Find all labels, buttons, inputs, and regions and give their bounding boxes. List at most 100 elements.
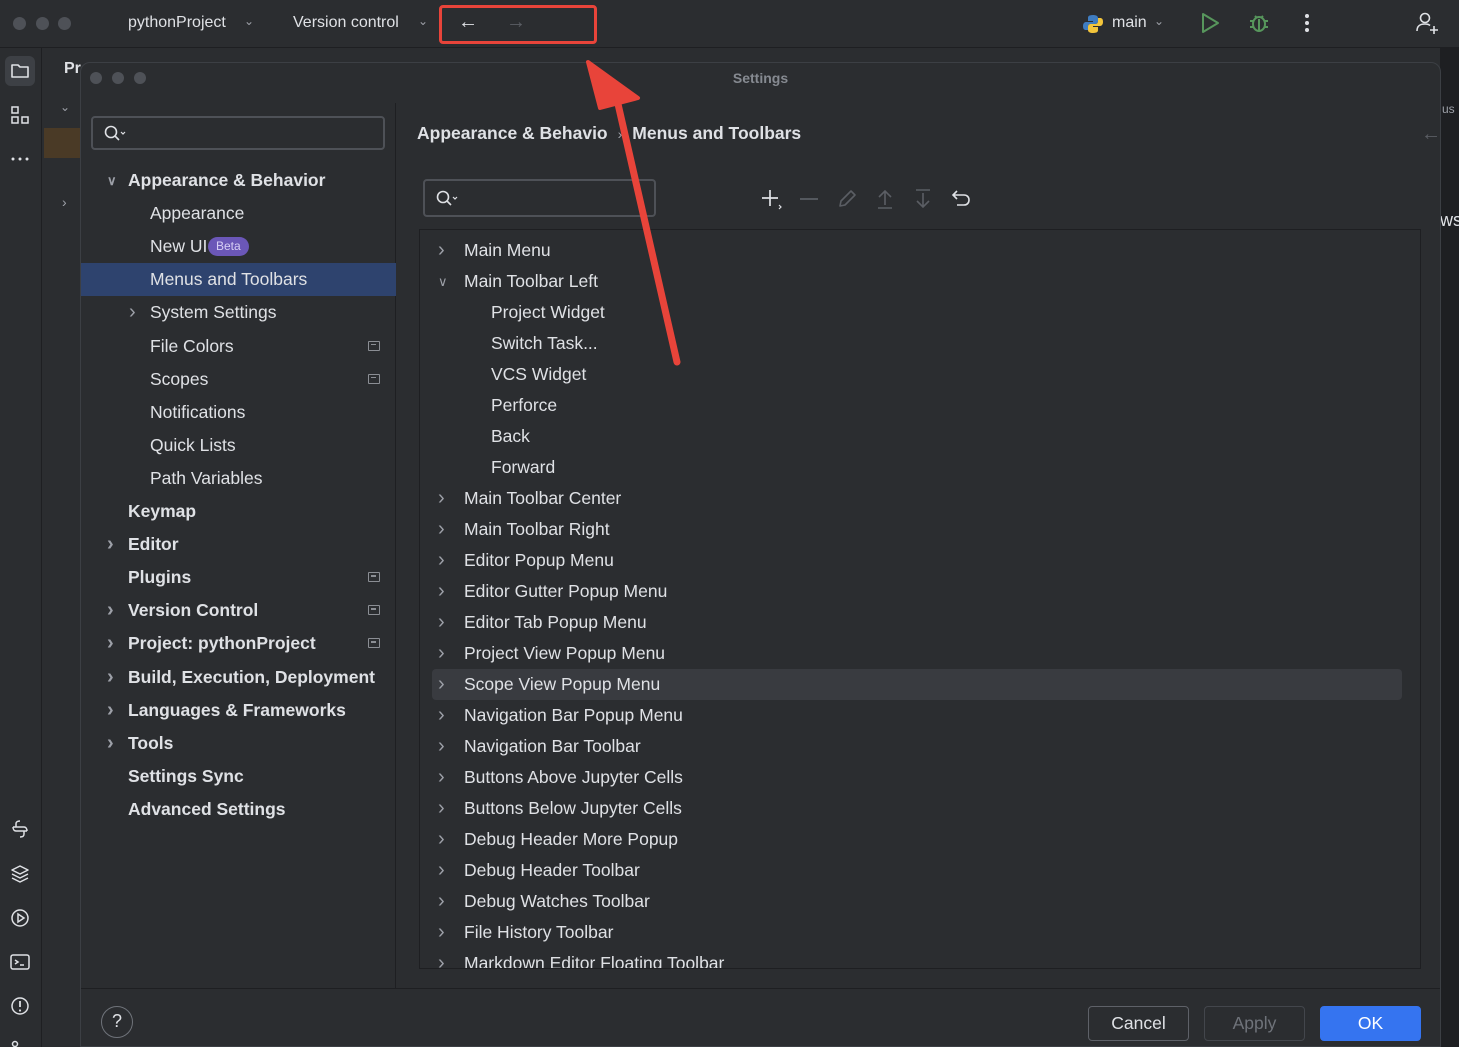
chevron-right-icon[interactable]: › <box>438 917 445 948</box>
debug-icon[interactable] <box>1246 10 1272 36</box>
chevron-right-icon[interactable]: › <box>107 694 114 727</box>
terminal-icon[interactable] <box>9 951 31 973</box>
add-user-icon[interactable] <box>1414 10 1440 36</box>
chevron-right-icon[interactable]: › <box>438 483 445 514</box>
sidebar-item[interactable]: › Build, Execution, Deployment <box>81 661 396 694</box>
window-zoom-button[interactable] <box>58 17 71 30</box>
problems-icon[interactable] <box>9 995 31 1017</box>
run-config-selector[interactable]: main <box>1112 14 1147 32</box>
more-actions-icon[interactable] <box>1297 10 1317 36</box>
chevron-right-icon[interactable]: › <box>438 514 445 545</box>
action-tree-row[interactable]: › Debug Watches Toolbar <box>420 886 1420 917</box>
chevron-right-icon[interactable]: › <box>107 727 114 760</box>
chevron-down-icon[interactable]: ∨ <box>438 266 448 297</box>
action-tree-row[interactable]: › Main Toolbar Right <box>420 514 1420 545</box>
sidebar-item[interactable]: Keymap <box>81 495 396 528</box>
sidebar-item[interactable]: Appearance <box>81 197 396 230</box>
chevron-right-icon[interactable]: › <box>438 731 445 762</box>
restore-defaults-icon[interactable] <box>949 187 973 211</box>
action-tree-row[interactable]: › Navigation Bar Toolbar <box>420 731 1420 762</box>
remove-icon[interactable] <box>797 187 821 211</box>
sidebar-item[interactable]: Notifications <box>81 396 396 429</box>
chevron-right-icon[interactable]: › <box>438 948 445 968</box>
chevron-right-icon[interactable]: › <box>438 669 445 700</box>
chevron-right-icon[interactable]: › <box>438 576 445 607</box>
action-tree-row[interactable]: › Markdown Editor Floating Toolbar <box>420 948 1420 968</box>
structure-icon[interactable] <box>9 104 31 126</box>
action-tree-row[interactable]: › File History Toolbar <box>420 917 1420 948</box>
chevron-right-icon[interactable]: › <box>438 762 445 793</box>
action-tree-row[interactable]: Project Widget <box>420 297 1420 328</box>
vcs-widget[interactable]: Version control <box>293 14 399 32</box>
sidebar-item[interactable]: › Editor <box>81 528 396 561</box>
add-icon[interactable] <box>759 187 783 211</box>
vcs-icon[interactable] <box>9 1038 31 1047</box>
action-tree-row[interactable]: › Main Menu <box>420 235 1420 266</box>
action-tree-row[interactable]: › Debug Header More Popup <box>420 824 1420 855</box>
python-console-icon[interactable] <box>9 818 31 840</box>
sidebar-item[interactable]: New UI Beta <box>81 230 396 263</box>
action-tree-row[interactable]: Forward <box>420 452 1420 483</box>
action-tree-row[interactable]: Back <box>420 421 1420 452</box>
action-tree-row[interactable]: Switch Task... <box>420 328 1420 359</box>
window-close-button[interactable] <box>13 17 26 30</box>
chevron-right-icon[interactable]: › <box>438 638 445 669</box>
help-button[interactable]: ? <box>101 1006 133 1038</box>
project-tool-button[interactable] <box>5 56 35 86</box>
chevron-right-icon[interactable]: › <box>107 528 114 561</box>
move-up-icon[interactable] <box>873 187 897 211</box>
chevron-right-icon[interactable]: › <box>438 824 445 855</box>
action-tree-row[interactable]: › Scope View Popup Menu <box>432 669 1402 700</box>
more-tools-icon[interactable] <box>9 148 31 170</box>
sidebar-item[interactable]: Menus and Toolbars <box>81 263 396 297</box>
action-tree-row[interactable]: › Editor Gutter Popup Menu <box>420 576 1420 607</box>
window-minimize-button[interactable] <box>36 17 49 30</box>
services-icon[interactable] <box>9 907 31 929</box>
sidebar-item[interactable]: › Tools <box>81 727 396 760</box>
chevron-right-icon[interactable]: › <box>438 886 445 917</box>
chevron-right-icon[interactable]: › <box>438 855 445 886</box>
action-tree-row[interactable]: › Buttons Above Jupyter Cells <box>420 762 1420 793</box>
sidebar-item[interactable]: Quick Lists <box>81 429 396 462</box>
action-tree-row[interactable]: › Project View Popup Menu <box>420 638 1420 669</box>
action-tree-row[interactable]: Perforce <box>420 390 1420 421</box>
action-tree-row[interactable]: › Editor Popup Menu <box>420 545 1420 576</box>
run-icon[interactable] <box>1198 10 1222 36</box>
sidebar-item[interactable]: › Version Control <box>81 594 396 627</box>
python-packages-icon[interactable] <box>9 863 31 885</box>
sidebar-item[interactable]: File Colors <box>81 330 396 363</box>
action-tree-row[interactable]: › Editor Tab Popup Menu <box>420 607 1420 638</box>
sidebar-item[interactable]: Scopes <box>81 363 396 396</box>
project-widget[interactable]: pythonProject <box>128 14 226 32</box>
sidebar-item[interactable]: › Project: pythonProject <box>81 627 396 660</box>
sidebar-item[interactable]: Path Variables <box>81 462 396 495</box>
breadcrumb-parent[interactable]: Appearance & Behavio <box>417 123 608 143</box>
chevron-right-icon[interactable]: › <box>438 545 445 576</box>
sidebar-item[interactable]: › System Settings <box>81 296 396 329</box>
settings-search-input[interactable] <box>91 116 385 150</box>
action-tree-row[interactable]: ∨ Main Toolbar Left <box>420 266 1420 297</box>
actions-search-input[interactable] <box>423 179 656 217</box>
chevron-right-icon[interactable]: › <box>107 594 114 627</box>
cancel-button[interactable]: Cancel <box>1088 1006 1189 1041</box>
sidebar-item[interactable]: ∨ Appearance & Behavior <box>81 164 396 197</box>
chevron-right-icon[interactable]: › <box>107 627 114 660</box>
chevron-right-icon[interactable]: › <box>438 793 445 824</box>
chevron-right-icon[interactable]: › <box>129 296 136 329</box>
chevron-down-icon[interactable]: ∨ <box>107 164 117 197</box>
sidebar-item[interactable]: Plugins <box>81 561 396 594</box>
action-tree-row[interactable]: › Buttons Below Jupyter Cells <box>420 793 1420 824</box>
action-tree-row[interactable]: › Debug Header Toolbar <box>420 855 1420 886</box>
sidebar-item[interactable]: Settings Sync <box>81 760 396 793</box>
chevron-right-icon[interactable]: › <box>438 700 445 731</box>
back-arrow-icon[interactable]: ← <box>1421 123 1440 146</box>
action-tree-row[interactable]: › Main Toolbar Center <box>420 483 1420 514</box>
action-tree-row[interactable]: VCS Widget <box>420 359 1420 390</box>
apply-button[interactable]: Apply <box>1204 1006 1305 1041</box>
action-tree-row[interactable]: › Navigation Bar Popup Menu <box>420 700 1420 731</box>
chevron-right-icon[interactable]: › <box>107 661 114 694</box>
chevron-right-icon[interactable]: › <box>438 607 445 638</box>
sidebar-item[interactable]: › Languages & Frameworks <box>81 694 396 727</box>
move-down-icon[interactable] <box>911 187 935 211</box>
chevron-right-icon[interactable]: › <box>438 235 445 266</box>
